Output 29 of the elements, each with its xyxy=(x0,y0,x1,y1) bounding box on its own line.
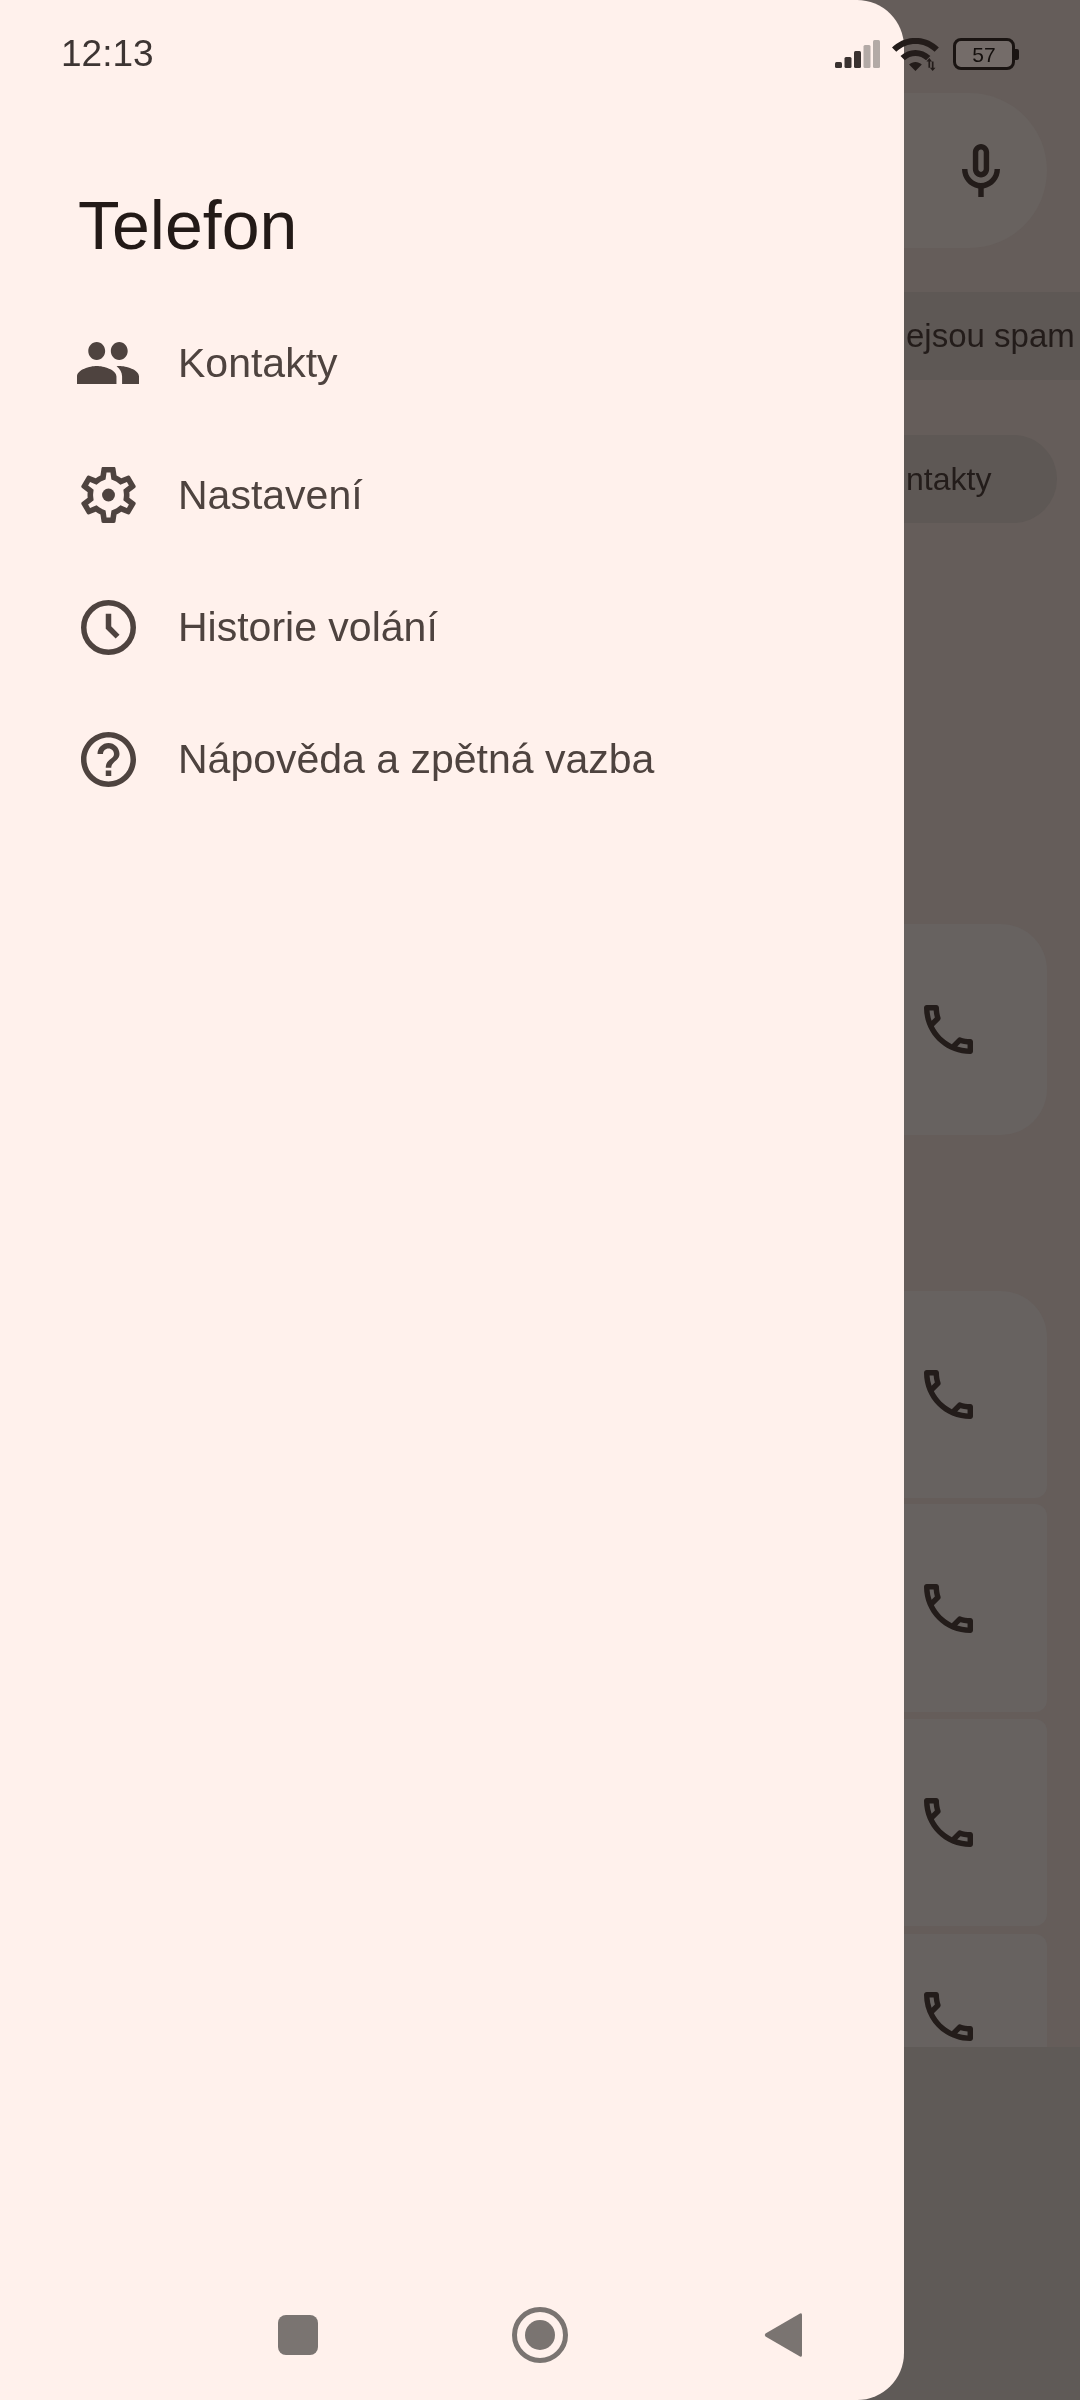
drawer-menu-item[interactable]: Nápověda a zpětná vazba xyxy=(76,725,655,793)
phone-icon[interactable] xyxy=(924,1583,973,1633)
clock-icon xyxy=(80,599,136,655)
drawer-menu-item[interactable]: Nastavení xyxy=(76,461,363,529)
drawer-menu-item[interactable]: Historie volání xyxy=(76,593,438,661)
microphone-icon[interactable] xyxy=(962,144,1000,197)
call-card[interactable] xyxy=(904,1934,1047,2047)
drawer-title: Telefon xyxy=(78,191,298,259)
wifi-icon xyxy=(892,37,941,71)
signal-icon xyxy=(835,40,880,68)
call-card[interactable] xyxy=(904,924,1047,1135)
phone-icon[interactable] xyxy=(924,1370,973,1419)
phone-icon[interactable] xyxy=(924,1798,973,1847)
home-icon[interactable] xyxy=(512,2307,568,2363)
call-card[interactable] xyxy=(904,1719,1047,1926)
recents-icon[interactable] xyxy=(278,2315,318,2355)
battery-indicator: 57 xyxy=(953,38,1019,70)
call-card[interactable] xyxy=(904,1291,1047,1498)
settings-icon xyxy=(80,467,136,523)
drawer-menu-item[interactable]: Kontakty xyxy=(76,329,338,397)
back-icon[interactable] xyxy=(764,2312,802,2358)
status-time: 12:13 xyxy=(61,33,154,75)
phone-icon[interactable] xyxy=(924,1992,973,2041)
people-icon xyxy=(77,342,139,384)
help-icon xyxy=(80,731,136,787)
spam-banner-text: ejsou spam xyxy=(904,292,1080,380)
search-bar[interactable] xyxy=(904,93,1047,248)
call-card[interactable] xyxy=(904,1504,1047,1712)
phone-icon[interactable] xyxy=(924,1005,973,1054)
